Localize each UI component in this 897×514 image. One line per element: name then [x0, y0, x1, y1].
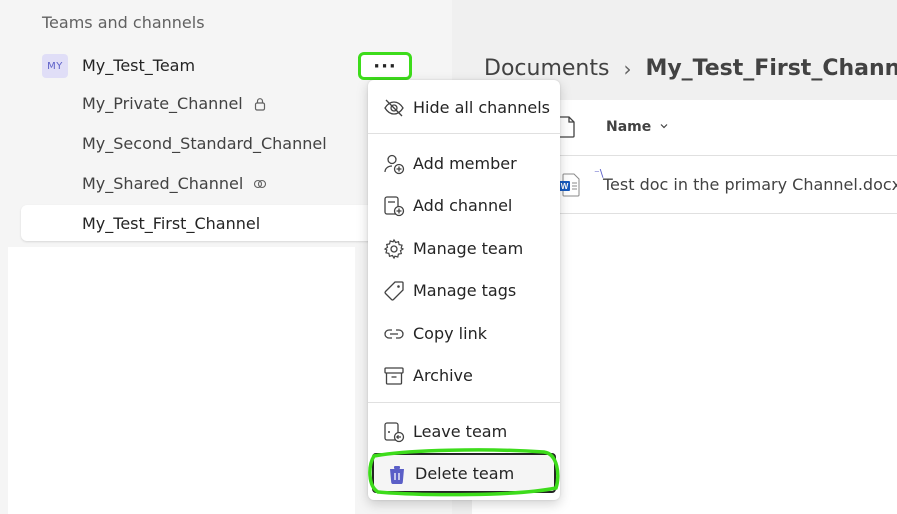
svg-text:W: W [561, 182, 569, 191]
file-name[interactable]: Test doc in the primary Channel.docx [603, 175, 897, 194]
menu-label: Add member [413, 153, 517, 173]
archive-icon [383, 365, 405, 387]
link-icon [383, 323, 405, 345]
sidebar-empty-pane [8, 247, 355, 514]
lock-icon [253, 97, 267, 111]
menu-item-manage-team[interactable]: Manage team [368, 230, 560, 266]
word-file-icon: W [558, 173, 580, 201]
eye-off-icon [383, 97, 405, 119]
menu-label: Copy link [413, 323, 487, 343]
section-header: Teams and channels [42, 13, 205, 32]
tag-icon [383, 280, 405, 302]
channel-second-standard[interactable]: My_Second_Standard_Channel [82, 134, 327, 153]
leave-icon [383, 421, 405, 443]
menu-label: Manage tags [413, 280, 517, 300]
column-name-header[interactable]: Name [606, 119, 669, 135]
shared-channel-icon [253, 177, 267, 191]
person-add-icon [383, 153, 405, 175]
channel-private[interactable]: My_Private_Channel [82, 94, 267, 113]
channel-first-active[interactable]: My_Test_First_Channel [21, 205, 381, 241]
channel-label: My_Second_Standard_Channel [82, 134, 327, 153]
menu-item-copy-link[interactable]: Copy link [368, 315, 560, 351]
menu-label: Leave team [413, 421, 508, 441]
menu-item-add-channel[interactable]: Add channel [368, 187, 560, 223]
menu-item-hide-all-channels[interactable]: Hide all channels [368, 89, 560, 125]
channel-label: My_Shared_Channel [82, 174, 244, 193]
column-name-label: Name [606, 119, 652, 135]
more-options-button[interactable]: ··· [358, 52, 412, 80]
menu-label: Add channel [413, 195, 513, 215]
breadcrumb-current: My_Test_First_Channel [645, 56, 897, 81]
menu-divider [368, 133, 560, 134]
menu-divider [368, 402, 560, 403]
chevron-down-icon [659, 119, 669, 135]
trash-icon [386, 464, 408, 486]
channel-add-icon [383, 195, 405, 217]
menu-item-leave-team[interactable]: Leave team [368, 413, 560, 449]
file-type-icon [558, 116, 576, 142]
team-context-menu: Hide all channels Add member Add channel… [368, 80, 560, 500]
gear-icon [383, 238, 405, 260]
channel-shared[interactable]: My_Shared_Channel [82, 174, 267, 193]
menu-item-manage-tags[interactable]: Manage tags [368, 272, 560, 308]
menu-label: Manage team [413, 238, 524, 258]
team-avatar: MY [42, 54, 68, 78]
breadcrumb-separator: › [623, 56, 632, 81]
menu-item-add-member[interactable]: Add member [368, 145, 560, 181]
menu-item-delete-team[interactable]: Delete team [372, 453, 556, 493]
team-name[interactable]: My_Test_Team [82, 56, 195, 75]
menu-label: Delete team [415, 463, 515, 483]
channel-label: My_Test_First_Channel [82, 214, 261, 233]
menu-label: Hide all channels [413, 97, 550, 117]
breadcrumb: Documents › My_Test_First_Channel [484, 56, 897, 81]
menu-item-archive[interactable]: Archive [368, 357, 560, 393]
team-row[interactable]: MY My_Test_Team ··· [0, 48, 420, 84]
channel-label: My_Private_Channel [82, 94, 243, 113]
breadcrumb-root[interactable]: Documents [484, 56, 609, 81]
menu-label: Archive [413, 365, 473, 385]
